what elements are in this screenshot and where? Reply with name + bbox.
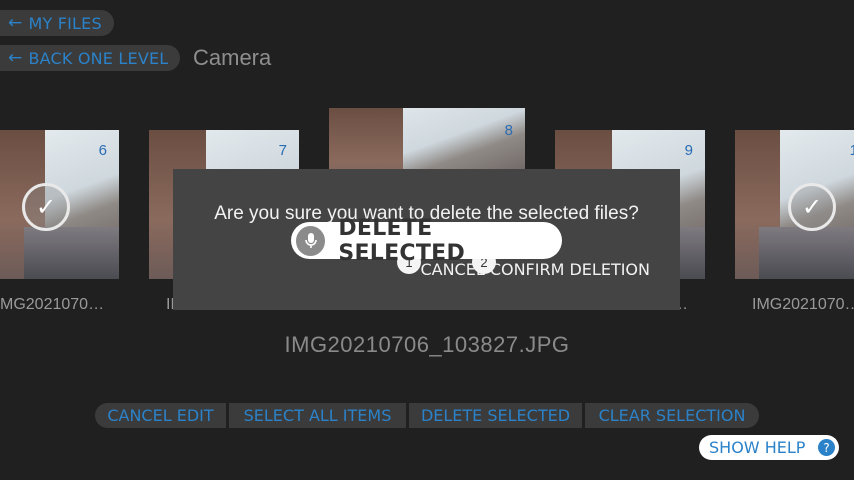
thumbnail-caption: IMG2021070… (752, 296, 854, 313)
photo-area (758, 226, 854, 279)
back-one-level-button[interactable]: ← BACK ONE LEVEL (0, 45, 181, 71)
thumbnail-number: 8 (504, 122, 513, 139)
current-file-name: IMG20210706_103827.JPG (284, 332, 570, 357)
back-one-level-label: BACK ONE LEVEL (28, 48, 169, 68)
select-all-button[interactable]: SELECT ALL ITEMS (229, 403, 406, 428)
arrow-left-icon: ← (8, 47, 23, 68)
my-files-button[interactable]: ← MY FILES (0, 10, 114, 36)
show-help-button[interactable]: SHOW HELP ? (699, 435, 839, 460)
my-files-label: MY FILES (28, 13, 102, 33)
cancel-edit-button[interactable]: CANCEL EDIT (95, 403, 226, 428)
question-icon: ? (818, 439, 835, 456)
thumbnail-6[interactable]: 6 ✓ (0, 130, 119, 279)
check-icon: ✓ (22, 183, 70, 231)
thumbnail-number: 9 (684, 142, 693, 159)
thumbnail-number: 7 (278, 142, 287, 159)
voice-command-indicator: DELETE SELECTED (291, 216, 562, 266)
show-help-label: SHOW HELP (709, 438, 806, 457)
voice-command-text: DELETE SELECTED (338, 215, 466, 266)
thumbnail-10[interactable]: 1 ✓ (735, 130, 854, 279)
microphone-icon (296, 225, 326, 256)
clear-selection-button[interactable]: CLEAR SELECTION (585, 403, 759, 428)
folder-title: Camera (193, 45, 272, 70)
thumbnail-number: 1 (849, 142, 854, 159)
check-icon: ✓ (788, 183, 836, 231)
arrow-left-icon: ← (8, 12, 23, 33)
delete-selected-button[interactable]: DELETE SELECTED (409, 403, 582, 428)
thumbnail-number: 6 (98, 142, 107, 159)
photo-area (23, 226, 119, 279)
thumbnail-caption: MG2021070… (0, 296, 105, 313)
